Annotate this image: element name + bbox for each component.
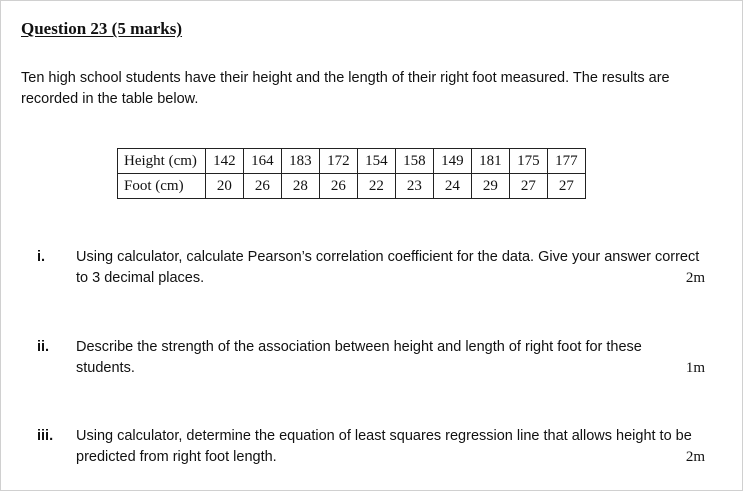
part-marks: 2m xyxy=(685,270,705,286)
table-cell: 181 xyxy=(470,148,510,174)
part-numeral: ii. xyxy=(37,339,50,355)
table-cell: 27 xyxy=(508,173,548,199)
table-row-height: Height (cm) 142 164 183 172 154 158 149 … xyxy=(117,148,586,174)
table-cell: 29 xyxy=(470,173,510,199)
part-numeral: iii. xyxy=(37,428,54,444)
table-cell: 164 xyxy=(242,148,282,174)
table-cell: 27 xyxy=(546,173,586,199)
table-cell: 183 xyxy=(280,148,320,174)
part-marks: 2m xyxy=(685,449,705,465)
part-text: Describe the strength of the association… xyxy=(76,339,642,376)
table-cell: 22 xyxy=(356,173,396,199)
table-cell: 142 xyxy=(204,148,244,174)
table-cell: 24 xyxy=(432,173,472,199)
table-cell: 20 xyxy=(204,173,244,199)
table-cell: 172 xyxy=(318,148,358,174)
table-cell: 149 xyxy=(432,148,472,174)
question-title: Question 23 (5 marks) xyxy=(21,19,183,38)
part-numeral: i. xyxy=(37,249,46,265)
data-table: Height (cm) 142 164 183 172 154 158 149 … xyxy=(117,148,586,199)
part-marks: 1m xyxy=(685,360,705,376)
table-cell: 158 xyxy=(394,148,434,174)
row-label-height: Height (cm) xyxy=(117,148,206,174)
table-cell: 23 xyxy=(394,173,434,199)
question-intro: Ten high school students have their heig… xyxy=(21,70,670,107)
row-label-foot: Foot (cm) xyxy=(117,173,206,199)
table-cell: 26 xyxy=(318,173,358,199)
table-cell: 177 xyxy=(546,148,586,174)
table-cell: 26 xyxy=(242,173,282,199)
part-text: Using calculator, calculate Pearson’s co… xyxy=(76,249,700,286)
table-cell: 28 xyxy=(280,173,320,199)
part-text: Using calculator, determine the equation… xyxy=(76,428,692,465)
table-cell: 154 xyxy=(356,148,396,174)
table-cell: 175 xyxy=(508,148,548,174)
table-row-foot: Foot (cm) 20 26 28 26 22 23 24 29 27 27 xyxy=(117,173,586,199)
